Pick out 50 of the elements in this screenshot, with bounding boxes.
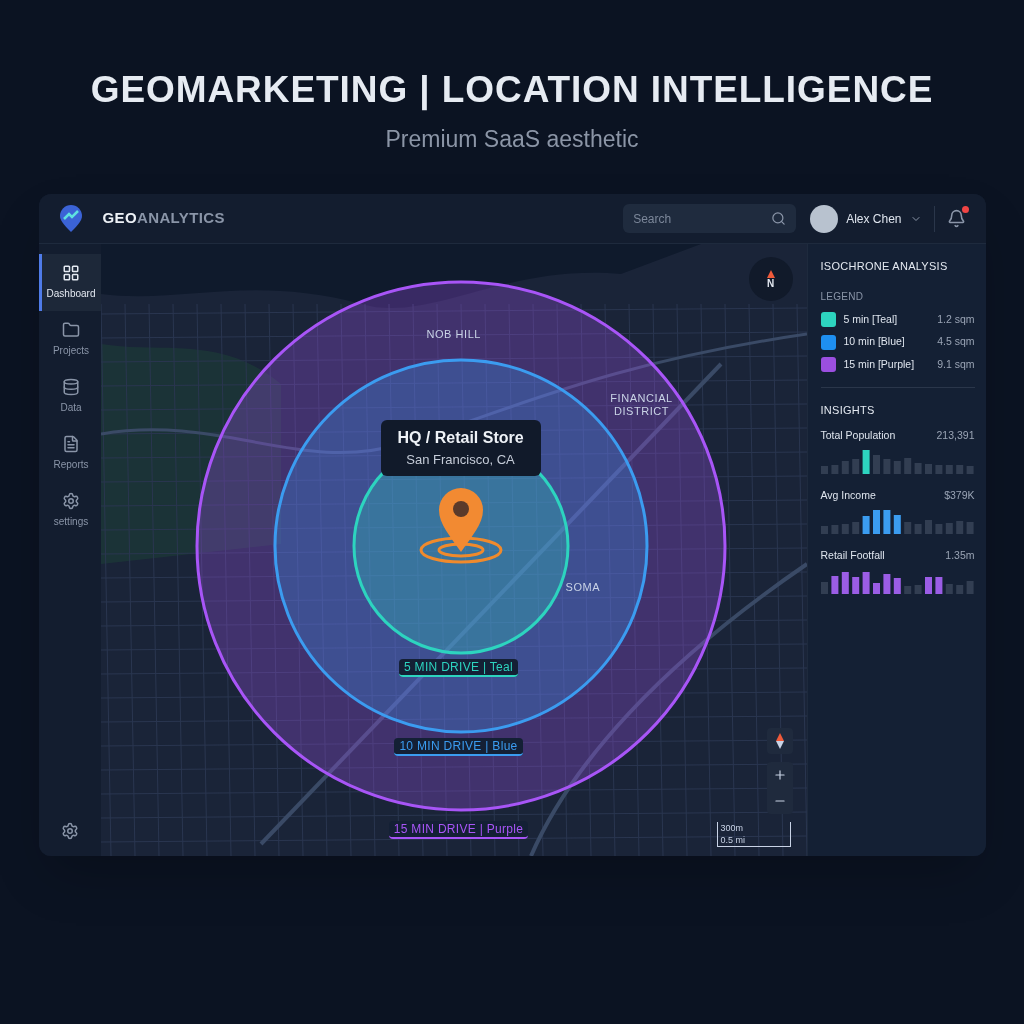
insight-value: 213,391	[936, 428, 975, 444]
nav-icon	[62, 492, 80, 510]
nav-icon	[62, 321, 80, 339]
legend-value: 4.5 sqm	[937, 334, 975, 350]
user-menu[interactable]: Alex Chen	[810, 204, 922, 233]
legend-label: 15 min [Purple]	[843, 357, 916, 372]
insight-label: Total Population	[820, 428, 896, 444]
zone-label: 10 MIN DRIVE | Blue	[100, 733, 807, 757]
panel-title: ISOCHRONE ANALYSIS	[820, 259, 949, 274]
zoom-in-icon[interactable]	[772, 768, 787, 782]
logo-icon	[58, 204, 83, 233]
nav-item[interactable]: Reports	[38, 425, 101, 482]
nav-icon	[62, 378, 80, 396]
district-label: NOB HILL	[426, 328, 483, 341]
compass-needle-icon	[775, 733, 784, 749]
insight-label: Retail Footfall	[820, 547, 885, 563]
nav-icon	[62, 435, 80, 453]
map[interactable]: NOB HILL FINANCIAL DISTRICT SOMA HQ / Retail Store San Francisco, CA 5 MIN DRIVE | Teal 10 MIN DRIVE | Blue 15 MIN DRIVE | Purple N 300m 0.5 mi	[100, 244, 807, 856]
insight-label: Avg Income	[820, 488, 876, 503]
insight-value: 1.35m	[945, 547, 975, 563]
user-name: Alex Chen	[846, 210, 902, 228]
settings-icon[interactable]	[60, 822, 79, 840]
nav-item[interactable]: Dashboard	[38, 254, 101, 311]
tooltip-title: HQ / Retail Store	[397, 428, 524, 448]
legend-value: 1.2 sqm	[937, 311, 975, 327]
north-arrow-icon	[766, 269, 775, 278]
district-label: FINANCIAL DISTRICT	[609, 392, 674, 418]
tooltip-subtitle: San Francisco, CA	[406, 451, 515, 469]
zone-label: 5 MIN DRIVE | Teal	[100, 654, 807, 678]
nav-item[interactable]: settings	[38, 482, 101, 539]
page-subtitle: Premium SaaS aesthetic	[385, 124, 639, 154]
legend-label: 10 min [Blue]	[843, 334, 906, 350]
nav-item[interactable]: Data	[38, 368, 101, 425]
brand-name: GEOANALYTICS	[102, 208, 225, 229]
insights-title: INSIGHTS	[820, 402, 876, 418]
district-label: SOMA	[565, 581, 602, 594]
legend-title: LEGEND	[820, 289, 865, 304]
bell-icon[interactable]	[946, 209, 966, 228]
search-field[interactable]: Search	[623, 204, 797, 233]
nav-icon	[62, 264, 80, 282]
legend-label: 5 min [Teal]	[843, 311, 899, 327]
scale-label: 300m	[720, 822, 744, 834]
orientation-button[interactable]	[766, 728, 793, 754]
avatar	[810, 204, 839, 233]
legend-value: 9.1 sqm	[937, 357, 975, 372]
nav-item[interactable]: Projects	[38, 311, 101, 368]
search-icon	[771, 211, 787, 226]
page-title: GEOMARKETING | LOCATION INTELLIGENCE	[90, 68, 934, 113]
scale-label: 0.5 mi	[720, 834, 746, 846]
insight-value: $379K	[944, 488, 975, 503]
